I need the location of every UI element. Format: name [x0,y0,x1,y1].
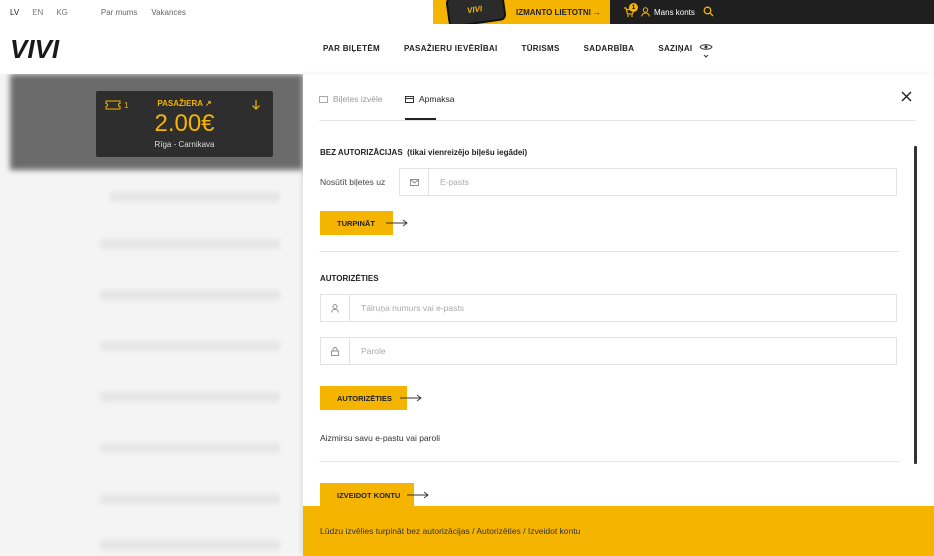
close-icon[interactable] [901,91,912,102]
arrow-right-icon [400,394,422,402]
background-row [100,341,280,351]
active-tab-indicator [405,118,436,120]
checkout-tabs: Biļetes izvēle Apmaksa [319,74,916,121]
background-row [100,443,280,453]
send-tickets-label: Nosūtīt biļetes uz [320,177,386,187]
guest-email-input[interactable] [429,169,896,195]
ticket-route: Rīga - Carnikava [154,140,215,149]
tab-ticket-selection[interactable]: Biļetes izvēle [319,94,383,104]
svg-text:VIVI: VIVI [10,36,60,62]
forgot-credentials-link[interactable]: Aizmirsu savu e-pastu vai paroli [320,433,440,443]
ticket-summary-card: 1 PASAŽIERA ↗ 2.00€ Rīga - Carnikava [96,91,273,157]
user-icon [321,295,350,321]
envelope-icon [400,169,429,195]
brand-logo[interactable]: VIVI [10,36,88,62]
login-button[interactable]: AUTORIZĒTIES [320,386,407,410]
user-icon[interactable] [641,7,650,17]
nav-passengers[interactable]: PASAŽIERU IEVĒRĪBAI [404,44,498,53]
main-nav: PAR BIĻETĒM PASAŽIERU IEVĒRĪBAI TŪRISMS … [323,44,716,53]
arrow-right-icon [407,491,429,499]
ticket-type: PASAŽIERA ↗ [157,99,212,108]
login-password-field [320,337,897,365]
guest-email-field [399,168,897,196]
language-switcher: LV EN KG [10,8,68,17]
arrow-right-icon [386,219,408,227]
lang-kg[interactable]: KG [56,8,68,17]
link-careers[interactable]: Vakances [151,8,186,17]
continue-button[interactable]: TURPINĀT [320,211,393,235]
arrow-up-right-icon: ↗ [204,99,212,108]
notice-banner: Lūdzu izvēlies turpināt bez autorizācija… [303,506,934,556]
user-area: 1 Mans konts [610,0,934,24]
my-account-link[interactable]: Mans konts [654,8,695,17]
cart-count-badge: 1 [629,3,638,12]
background-row [100,392,280,402]
accessibility-eye-icon[interactable] [699,42,713,60]
ticket-outline-icon [319,95,328,103]
create-account-button[interactable]: IZVEIDOT KONTU [320,483,414,507]
lock-icon [321,338,350,364]
login-user-field [320,294,897,322]
lang-en[interactable]: EN [32,8,43,17]
tab-payment[interactable]: Apmaksa [405,94,454,104]
lang-lv[interactable]: LV [10,8,19,17]
login-section-title: AUTORIZĒTIES [320,274,379,283]
background-row [100,290,280,300]
app-promo-label: IZMANTO LIETOTNI → [516,8,602,17]
guest-section-title: BEZ AUTORIZĀCIJAS (tikai vienreizējo biļ… [320,148,528,157]
arrow-down-icon[interactable] [251,99,261,110]
checkout-panel: Biļetes izvēle Apmaksa BEZ AUTORIZĀCIJAS… [303,74,934,556]
background-row [110,192,280,202]
panel-scrollbar[interactable] [914,146,917,464]
link-about[interactable]: Par mums [101,8,137,17]
nav-contact[interactable]: SAZIŅAI [658,44,692,53]
credit-card-icon [405,95,414,103]
nav-cooperation[interactable]: SADARBĪBA [584,44,635,53]
login-password-input[interactable] [350,338,896,364]
background-row [100,494,280,504]
arrow-right-icon: → [593,8,602,17]
nav-tickets[interactable]: PAR BIĻETĒM [323,44,380,53]
section-divider [319,461,899,462]
background-row [100,239,280,249]
app-logo: VIVI [466,4,483,16]
section-divider [319,251,899,252]
main-header: VIVI PAR BIĻETĒM PASAŽIERU IEVĒRĪBAI TŪR… [0,24,934,74]
nav-tourism[interactable]: TŪRISMS [522,44,560,53]
ticket-price: 2.00€ [154,110,215,137]
top-links: Par mums Vakances [101,8,186,17]
login-user-input[interactable] [350,295,896,321]
background-row [100,540,280,550]
app-promo-button[interactable]: VIVI IZMANTO LIETOTNI → [433,0,610,28]
search-icon[interactable] [703,6,714,17]
